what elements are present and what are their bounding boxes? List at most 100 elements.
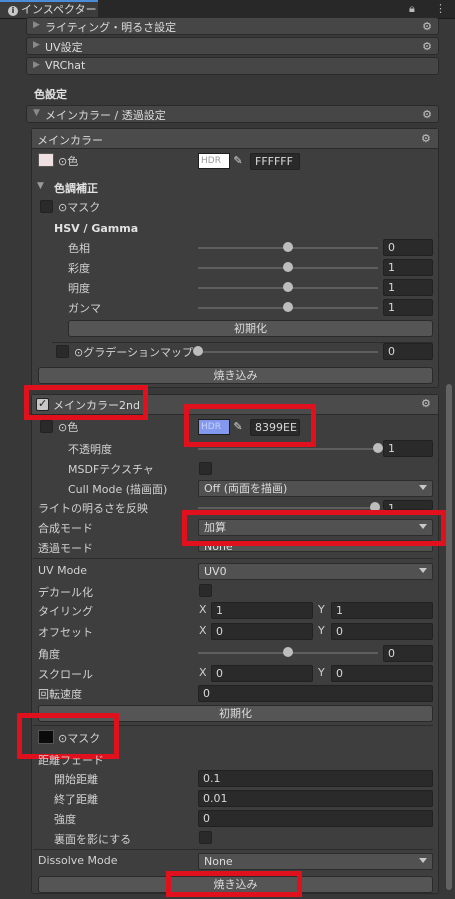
gradation-slider[interactable]	[198, 351, 378, 353]
uv-dropdown[interactable]: UV0	[198, 563, 433, 580]
scroll-x-field[interactable]: 0	[211, 665, 313, 682]
mask-thumbnail[interactable]	[40, 200, 53, 213]
hsv-title: HSV / Gamma	[54, 222, 139, 235]
cull-label: Cull Mode (描画面)	[68, 483, 168, 496]
hsv-value[interactable]: 1	[383, 279, 433, 296]
hsv-value[interactable]: 0	[383, 239, 433, 256]
fold-arrow-icon: ▶	[33, 40, 40, 50]
tiling-label: タイリング	[38, 605, 93, 618]
y-label: Y	[318, 624, 325, 637]
highlight-box-title	[24, 385, 148, 420]
slider-knob[interactable]	[283, 262, 293, 272]
dropdown-value: Off (両面を描画)	[204, 482, 288, 495]
fold-uv[interactable]: ▶ UV設定 ⚙	[26, 37, 439, 55]
distance-fade-label: 距離フェード	[38, 754, 104, 767]
lock-icon[interactable]: 🔒︎	[409, 2, 415, 16]
fade-end-field[interactable]: 0.01	[198, 790, 433, 807]
offset-y-field[interactable]: 0	[331, 623, 433, 640]
gear-icon[interactable]: ⚙	[422, 20, 432, 33]
decal-checkbox[interactable]	[199, 584, 212, 597]
gear-icon[interactable]: ⚙	[421, 132, 431, 145]
color-swatch[interactable]: HDR	[198, 153, 230, 169]
tiling-x-field[interactable]: 1	[211, 602, 313, 619]
x-label: X	[199, 603, 207, 616]
fade-start-field[interactable]: 0.1	[198, 770, 433, 787]
slider-knob[interactable]	[283, 647, 293, 657]
fold-label: VRChat	[45, 59, 86, 72]
highlight-box-blend	[182, 510, 446, 546]
rotation-label: 回転速度	[38, 688, 82, 701]
hsv-label: 色相	[68, 242, 90, 255]
hsv-value[interactable]: 1	[383, 299, 433, 316]
color-label: ⊙色	[58, 155, 79, 168]
y-label: Y	[318, 666, 325, 679]
light-value[interactable]: 1	[383, 500, 433, 510]
opacity-slider[interactable]	[198, 448, 378, 450]
dropdown-value: None	[204, 855, 233, 868]
reset-button[interactable]: 初期化	[68, 320, 433, 337]
cull-dropdown[interactable]: Off (両面を描画)	[198, 480, 433, 497]
fold-label: メインカラー / 透過設定	[45, 109, 166, 122]
fold-label: ライティング・明るさ設定	[45, 21, 177, 34]
x-label: X	[199, 624, 207, 637]
msdf-checkbox[interactable]	[199, 462, 212, 475]
gradation-value[interactable]: 0	[383, 343, 433, 360]
divider	[33, 558, 433, 559]
chevron-down-icon	[419, 568, 427, 573]
fold-main-color-alpha[interactable]: ▼ メインカラー / 透過設定 ⚙	[26, 105, 439, 123]
offset-label: オフセット	[38, 626, 93, 639]
light-slider[interactable]	[198, 507, 378, 509]
slider-knob[interactable]	[283, 242, 293, 252]
hsv-label: ガンマ	[68, 302, 101, 315]
info-icon: i	[8, 6, 18, 16]
hsv-label: 明度	[68, 282, 90, 295]
tab-inspector[interactable]: i インスペクター	[0, 0, 98, 18]
angle-value[interactable]: 0	[383, 645, 433, 662]
dissolve-label: Dissolve Mode	[38, 854, 118, 867]
texture-thumbnail[interactable]	[38, 153, 54, 167]
hsv-value[interactable]: 1	[383, 259, 433, 276]
scroll-label: スクロール	[38, 668, 93, 681]
strength-label: 強度	[54, 813, 76, 826]
fold-label: UV設定	[45, 41, 83, 54]
color-settings-title: 色設定	[34, 88, 67, 101]
opacity-value[interactable]: 1	[383, 440, 433, 457]
slider-knob[interactable]	[193, 346, 203, 356]
texture-thumbnail[interactable]	[40, 420, 53, 433]
gradation-thumbnail[interactable]	[56, 345, 69, 358]
scroll-y-field[interactable]: 0	[331, 665, 433, 682]
dissolve-dropdown[interactable]: None	[198, 853, 433, 870]
chevron-down-icon	[419, 858, 427, 863]
gear-icon[interactable]: ⚙	[421, 397, 431, 410]
msdf-label: MSDFテクスチャ	[68, 463, 154, 476]
tiling-y-field[interactable]: 1	[331, 602, 433, 619]
strength-field[interactable]: 0	[198, 810, 433, 827]
hex-field[interactable]: FFFFFF	[250, 153, 300, 170]
more-menu-icon[interactable]: ⋮	[435, 2, 446, 15]
opacity-label: 不透明度	[68, 443, 112, 456]
chevron-down-icon	[419, 485, 427, 490]
bake-button[interactable]: 焼き込み	[38, 367, 433, 384]
slider-knob[interactable]	[373, 443, 383, 453]
gear-icon[interactable]: ⚙	[422, 108, 432, 121]
offset-x-field[interactable]: 0	[211, 623, 313, 640]
highlight-box-color	[184, 404, 316, 447]
gradation-label: ⊙グラデーションマップ	[74, 346, 193, 359]
fold-arrow-icon: ▶	[33, 20, 40, 30]
slider-knob[interactable]	[283, 282, 293, 292]
divider	[52, 342, 433, 343]
gear-icon[interactable]: ⚙	[422, 40, 432, 53]
eyedropper-icon[interactable]: ✎	[231, 153, 245, 169]
fold-lighting[interactable]: ▶ ライティング・明るさ設定 ⚙	[26, 17, 439, 35]
dropdown-value: UV0	[204, 565, 227, 578]
mask-label: ⊙マスク	[58, 201, 101, 214]
main-color-title: メインカラー	[37, 134, 103, 147]
fold-vrchat[interactable]: ▶ VRChat	[26, 57, 439, 75]
backface-checkbox[interactable]	[199, 831, 212, 844]
slider-knob[interactable]	[283, 302, 293, 312]
blend-label: 合成モード	[38, 522, 93, 535]
fold-arrow-icon: ▼	[37, 181, 44, 191]
rotation-field[interactable]: 0	[198, 685, 433, 702]
scrollbar[interactable]	[446, 384, 452, 890]
fold-arrow-icon: ▶	[33, 60, 40, 70]
